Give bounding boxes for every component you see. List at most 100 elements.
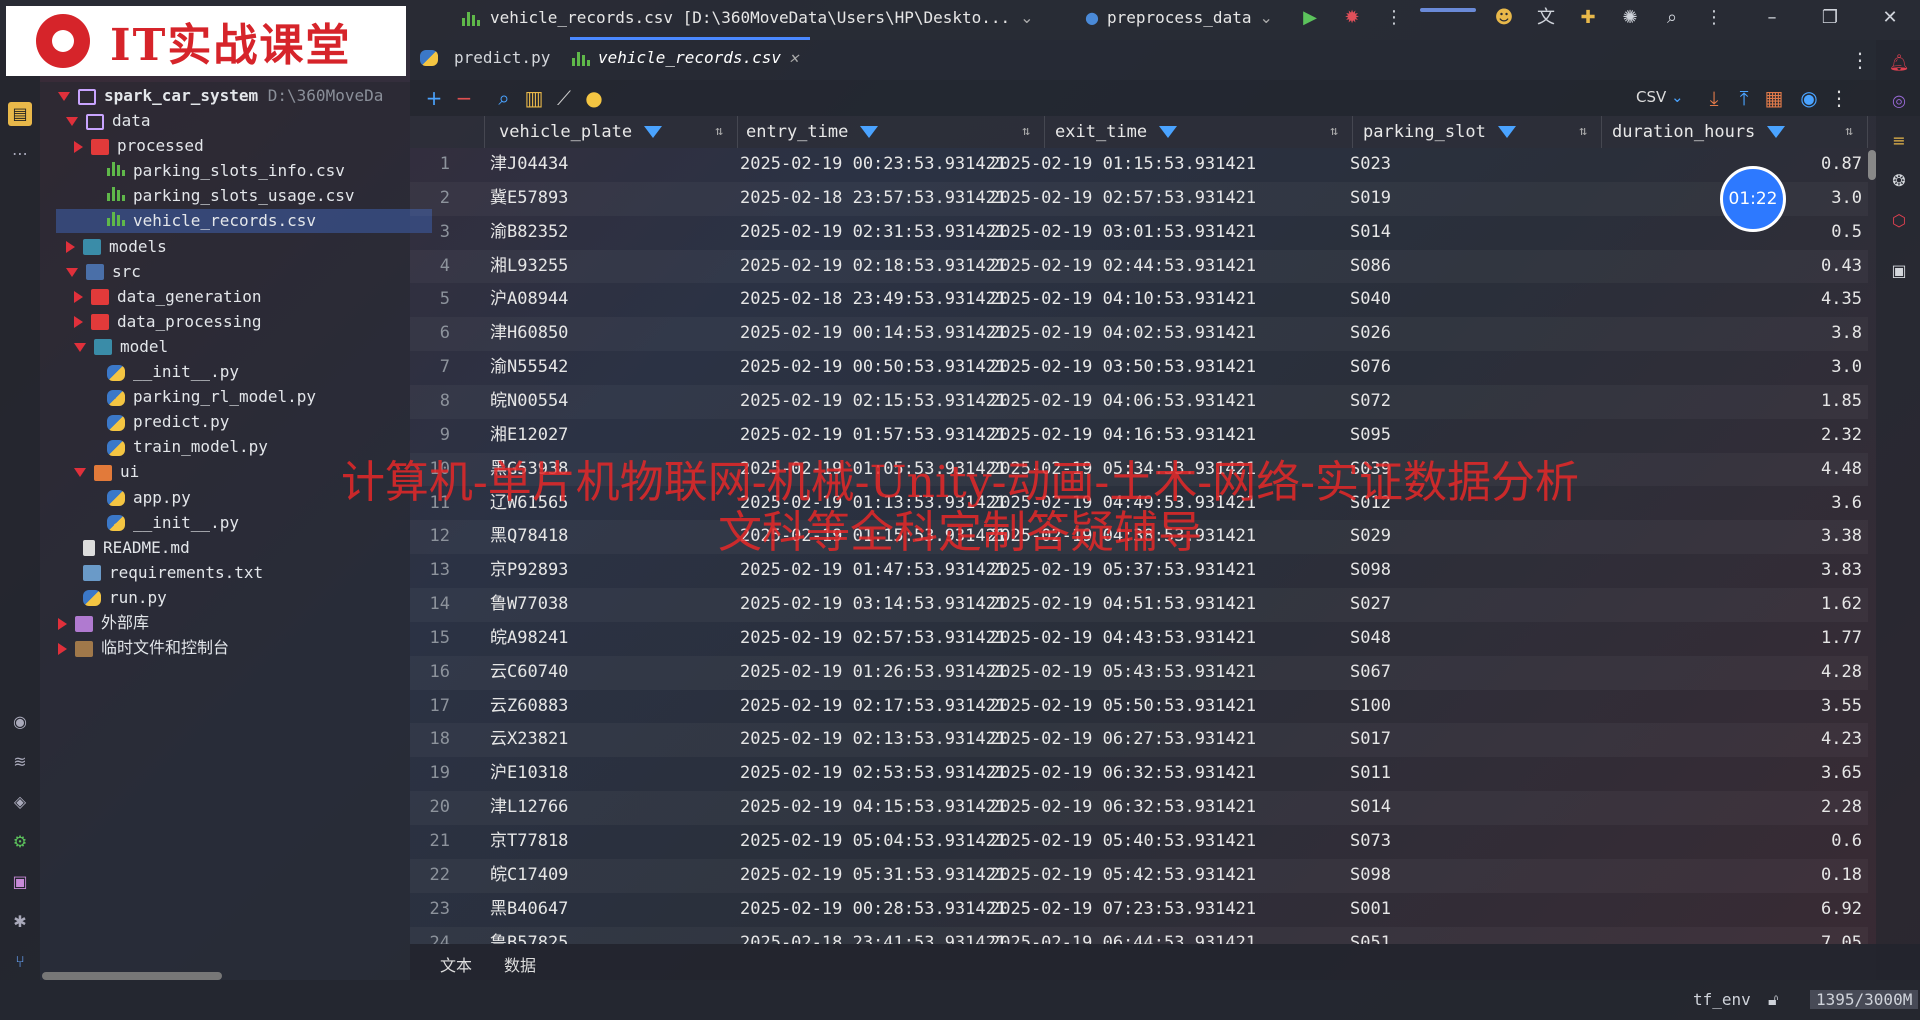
expand-arrow-icon[interactable] bbox=[58, 642, 67, 655]
table-cell[interactable]: 2025-02-19 00:23:53.931421 bbox=[740, 148, 1006, 182]
table-cell[interactable]: 2025-02-19 04:10:53.931421 bbox=[990, 283, 1256, 317]
table-cell-duration[interactable]: 1.62 bbox=[1821, 588, 1862, 622]
table-cell[interactable]: 2025-02-19 04:06:53.931421 bbox=[990, 385, 1256, 419]
table-cell-duration[interactable]: 2.28 bbox=[1821, 791, 1862, 825]
translate-icon[interactable]: 文 bbox=[1534, 6, 1558, 30]
table-cell[interactable]: 湘L93255 bbox=[490, 250, 568, 284]
table-cell[interactable]: S014 bbox=[1350, 791, 1391, 825]
table-cell-duration[interactable]: 3.6 bbox=[1831, 487, 1862, 521]
run-config-selector[interactable]: ● preprocess_data ⌄ bbox=[1085, 8, 1273, 27]
close-icon[interactable]: ✕ bbox=[1878, 6, 1902, 30]
table-row[interactable]: 3 渝B82352 2025-02-19 02:31:53.931421 2025-0… bbox=[410, 216, 1868, 250]
column-header-vehicle-plate[interactable]: vehicle_plate ⇅ bbox=[485, 116, 738, 148]
table-cell-duration[interactable]: 4.28 bbox=[1821, 656, 1862, 690]
table-cell[interactable]: S017 bbox=[1350, 723, 1391, 757]
table-row[interactable]: 23 黑B40647 2025-02-19 00:28:53.931421 2025-… bbox=[410, 893, 1868, 927]
column-header-duration-hours[interactable]: duration_hours ⇅ bbox=[1602, 116, 1868, 148]
sort-icon[interactable]: ⇅ bbox=[1579, 116, 1587, 148]
table-cell[interactable]: 2025-02-18 23:49:53.931421 bbox=[740, 283, 1006, 317]
table-cell-duration[interactable]: 7.05 bbox=[1821, 927, 1862, 944]
table-row[interactable]: 18 云X23821 2025-02-19 02:13:53.931421 2025-… bbox=[410, 723, 1868, 757]
table-cell[interactable]: 云Z60883 bbox=[490, 690, 568, 724]
packages-icon[interactable]: ⚙ bbox=[8, 830, 32, 854]
table-cell[interactable]: 2025-02-19 02:57:53.931421 bbox=[990, 182, 1256, 216]
notifications-icon[interactable]: 🔔︎ bbox=[1888, 52, 1910, 74]
table-cell[interactable]: S014 bbox=[1350, 216, 1391, 250]
table-cell[interactable]: 2025-02-19 02:53:53.931421 bbox=[740, 757, 1006, 791]
sort-icon[interactable]: ⇅ bbox=[715, 116, 723, 148]
table-cell-duration[interactable]: 6.92 bbox=[1821, 893, 1862, 927]
table-cell[interactable]: 京T77818 bbox=[490, 825, 568, 859]
table-row[interactable]: 17 云Z60883 2025-02-19 02:17:53.931421 2025-… bbox=[410, 690, 1868, 724]
table-cell[interactable]: 2025-02-19 06:32:53.931421 bbox=[990, 791, 1256, 825]
status-dot-icon[interactable]: ● bbox=[580, 84, 608, 112]
table-cell[interactable]: S023 bbox=[1350, 148, 1391, 182]
table-cell-duration[interactable]: 4.48 bbox=[1821, 453, 1862, 487]
table-cell[interactable]: S040 bbox=[1350, 283, 1391, 317]
chart-view-icon[interactable]: ⟋ bbox=[550, 84, 578, 112]
collaborate-icon[interactable]: ☻ bbox=[1492, 6, 1516, 30]
tree-item[interactable]: run.py bbox=[66, 586, 167, 610]
table-cell[interactable]: 2025-02-19 06:44:53.931421 bbox=[990, 927, 1256, 944]
table-cell[interactable]: 2025-02-19 01:47:53.931421 bbox=[740, 554, 1006, 588]
column-header-exit-time[interactable]: exit_time ⇅ bbox=[1045, 116, 1353, 148]
upload-icon[interactable]: ⤒ bbox=[1730, 84, 1758, 112]
table-cell[interactable]: S073 bbox=[1350, 825, 1391, 859]
tree-item[interactable]: processed bbox=[74, 134, 204, 158]
table-cell[interactable]: 2025-02-19 04:15:53.931421 bbox=[740, 791, 1006, 825]
search-icon[interactable]: ⌕ bbox=[1660, 6, 1684, 30]
table-cell[interactable]: 2025-02-19 04:38:53.931421 bbox=[990, 520, 1256, 554]
view-icon[interactable]: ◉ bbox=[1795, 84, 1823, 112]
minimize-icon[interactable]: – bbox=[1760, 6, 1784, 30]
expand-arrow-icon[interactable] bbox=[74, 140, 83, 153]
expand-arrow-icon[interactable] bbox=[74, 291, 83, 304]
table-cell-duration[interactable]: 0.18 bbox=[1821, 859, 1862, 893]
table-cell[interactable]: S019 bbox=[1350, 182, 1391, 216]
table-cell[interactable]: S011 bbox=[1350, 757, 1391, 791]
delete-row-icon[interactable]: − bbox=[450, 84, 478, 112]
table-row[interactable]: 14 鲁W77038 2025-02-19 03:14:53.931421 2025-… bbox=[410, 588, 1868, 622]
services-icon[interactable]: ≋ bbox=[8, 750, 32, 774]
table-row[interactable]: 21 京T77818 2025-02-19 05:04:53.931421 2025-… bbox=[410, 825, 1868, 859]
table-row[interactable]: 20 津L12766 2025-02-19 04:15:53.931421 2025-… bbox=[410, 791, 1868, 825]
expand-arrow-icon[interactable] bbox=[66, 241, 75, 253]
table-row[interactable]: 10 黑G53938 2025-02-19 01:05:53.931421 2025-… bbox=[410, 453, 1868, 487]
filter-icon[interactable] bbox=[1497, 126, 1516, 138]
table-cell-duration[interactable]: 3.55 bbox=[1821, 690, 1862, 724]
tab-predict-py[interactable]: predict.py bbox=[420, 48, 550, 67]
table-cell[interactable]: 黑G53938 bbox=[490, 453, 568, 487]
tree-item[interactable]: models bbox=[66, 235, 167, 259]
table-cell[interactable]: 渝N55542 bbox=[490, 351, 568, 385]
table-row[interactable]: 2 冀E57893 2025-02-18 23:57:53.931421 2025-0… bbox=[410, 182, 1868, 216]
chevron-down-icon[interactable]: ⌄ bbox=[1671, 88, 1684, 106]
table-cell[interactable]: S001 bbox=[1350, 893, 1391, 927]
table-cell-duration[interactable]: 2.32 bbox=[1821, 419, 1862, 453]
sort-icon[interactable]: ⇅ bbox=[1022, 116, 1030, 148]
tree-item[interactable]: src bbox=[66, 260, 141, 284]
tree-item[interactable]: __init__.py bbox=[90, 511, 239, 535]
table-cell[interactable]: 津L12766 bbox=[490, 791, 568, 825]
more-actions-icon[interactable]: ⋮ bbox=[1382, 6, 1406, 30]
column-header-parking-slot[interactable]: parking_slot ⇅ bbox=[1353, 116, 1602, 148]
tools-icon[interactable]: ✚ bbox=[1576, 6, 1600, 30]
table-row[interactable]: 19 沪E10318 2025-02-19 02:53:53.931421 2025-… bbox=[410, 757, 1868, 791]
table-cell[interactable]: 皖N00554 bbox=[490, 385, 568, 419]
plugins-icon[interactable]: ❂ bbox=[1888, 170, 1910, 192]
project-root[interactable]: spark_car_system D:\360MoveDa bbox=[58, 84, 383, 108]
table-cell[interactable]: 2025-02-19 05:34:53.931421 bbox=[990, 453, 1256, 487]
table-cell[interactable]: S039 bbox=[1350, 453, 1391, 487]
table-row[interactable]: 11 辽W61565 2025-02-19 01:13:53.931421 2025-… bbox=[410, 487, 1868, 521]
expand-arrow-icon[interactable] bbox=[58, 617, 67, 630]
collapse-arrow-icon[interactable] bbox=[66, 267, 78, 277]
structure-icon[interactable]: ▣ bbox=[1888, 260, 1910, 282]
table-cell-duration[interactable]: 3.0 bbox=[1831, 182, 1862, 216]
table-cell-duration[interactable]: 0.6 bbox=[1831, 825, 1862, 859]
table-row[interactable]: 22 皖C17409 2025-02-19 05:31:53.931421 2025-… bbox=[410, 859, 1868, 893]
table-cell[interactable]: 皖A98241 bbox=[490, 622, 568, 656]
table-cell[interactable]: S086 bbox=[1350, 250, 1391, 284]
table-cell[interactable]: 2025-02-19 06:27:53.931421 bbox=[990, 723, 1256, 757]
memory-indicator[interactable]: 1395/3000M bbox=[1810, 990, 1919, 1009]
window-file-title[interactable]: vehicle_records.csv [D:\360MoveData\User… bbox=[462, 8, 1034, 27]
table-cell-duration[interactable]: 4.23 bbox=[1821, 723, 1862, 757]
table-cell-duration[interactable]: 3.8 bbox=[1831, 317, 1862, 351]
